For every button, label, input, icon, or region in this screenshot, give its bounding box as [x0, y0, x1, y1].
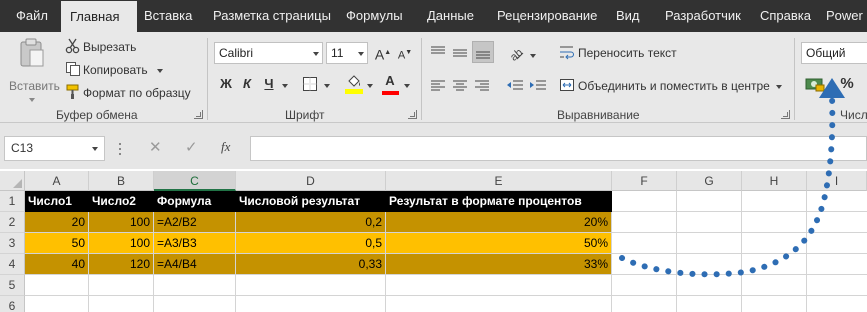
font-launcher-icon[interactable] [408, 110, 417, 119]
increase-indent-icon[interactable] [529, 78, 547, 94]
name-box[interactable]: C13 [4, 136, 105, 161]
number-format-select[interactable]: Общий [801, 42, 867, 64]
orientation-dropdown-arrow[interactable] [530, 54, 536, 58]
font-name-dropdown-arrow[interactable] [313, 52, 319, 56]
align-right-icon[interactable] [474, 79, 490, 93]
merge-cells-icon [560, 79, 574, 91]
copy-dropdown-arrow[interactable] [157, 69, 163, 73]
insert-function-icon[interactable]: fx [221, 139, 230, 155]
tab-review[interactable]: Рецензирование [497, 0, 597, 32]
alignment-group-label: Выравнивание [557, 108, 640, 122]
borders-dropdown-arrow[interactable] [324, 84, 330, 88]
align-bottom-button[interactable] [472, 41, 494, 63]
percent-button[interactable]: % [836, 73, 858, 95]
fill-dropdown-arrow[interactable] [367, 84, 373, 88]
align-left-icon[interactable] [430, 79, 446, 93]
underline-button[interactable]: Ч [258, 73, 280, 95]
tab-file[interactable]: Файл [16, 0, 48, 32]
font-color-dropdown-arrow[interactable] [404, 84, 410, 88]
tab-help[interactable]: Справка [760, 0, 811, 32]
paste-dropdown-arrow[interactable] [29, 98, 35, 102]
wrap-text-icon [560, 46, 574, 60]
font-group-label: Шрифт [285, 108, 325, 122]
font-color-button[interactable]: А [379, 70, 401, 92]
copy-button[interactable]: Копировать [83, 62, 148, 78]
paintbrush-icon [66, 84, 79, 99]
clipboard-launcher-icon[interactable] [194, 110, 203, 119]
format-painter-button[interactable]: Формат по образцу [83, 85, 191, 101]
menu-bar: Файл Главная Вставка Разметка страницы Ф… [0, 0, 867, 32]
ribbon: Вставить Вырезать Копировать Формат по о… [0, 32, 867, 123]
group-divider [207, 38, 208, 120]
svg-text:ab: ab [508, 47, 525, 62]
align-top-icon[interactable] [430, 45, 446, 61]
clipboard-icon [20, 38, 44, 67]
tab-page-layout[interactable]: Разметка страницы [213, 0, 331, 32]
copy-icon [66, 62, 80, 76]
bold-button[interactable]: Ж [215, 73, 237, 95]
align-bottom-icon [476, 51, 490, 59]
align-center-icon[interactable] [452, 79, 468, 93]
name-box-dropdown-arrow[interactable] [92, 147, 98, 151]
tab-insert[interactable]: Вставка [144, 0, 192, 32]
currency-dropdown-arrow[interactable] [828, 84, 834, 88]
tab-formulas[interactable]: Формулы [346, 0, 403, 32]
font-color-bar [382, 91, 399, 95]
font-size-dropdown-arrow[interactable] [358, 52, 364, 56]
tab-power[interactable]: Power [826, 0, 863, 32]
group-divider [421, 38, 422, 120]
font-name-select[interactable]: Calibri [214, 42, 323, 64]
formula-bar-grip[interactable] [119, 143, 122, 156]
scissors-icon [65, 38, 80, 54]
grow-font-icon: A [374, 46, 385, 63]
paste-button[interactable]: Вставить [6, 38, 60, 102]
fill-bucket-icon[interactable] [345, 73, 363, 95]
grow-font-button[interactable]: A▲ [372, 42, 394, 64]
enter-icon[interactable]: ✓ [185, 138, 198, 156]
formula-bar: C13 ✕ ✓ fx [0, 123, 867, 169]
alignment-launcher-icon[interactable] [781, 110, 790, 119]
wrap-text-button[interactable]: Переносить текст [578, 45, 677, 61]
tab-home[interactable]: Главная [61, 1, 137, 32]
paste-label: Вставить [9, 79, 60, 93]
borders-icon[interactable] [302, 76, 318, 92]
font-color-icon: А [385, 73, 395, 88]
tab-data[interactable]: Данные [427, 0, 474, 32]
decrease-indent-icon[interactable] [506, 78, 524, 94]
tab-view[interactable]: Вид [616, 0, 640, 32]
formula-bar-buttons: ✕ ✓ fx [133, 136, 246, 161]
group-divider [794, 38, 795, 120]
tab-developer[interactable]: Разработчик [665, 0, 741, 32]
empty-cell-gridlines [25, 191, 867, 312]
underline-dropdown-arrow[interactable] [282, 84, 288, 88]
currency-icon[interactable] [805, 76, 825, 92]
orientation-icon[interactable]: ab [507, 44, 525, 62]
cancel-icon[interactable]: ✕ [149, 138, 162, 156]
number-group-label: Числ [840, 108, 867, 122]
formula-input[interactable] [250, 136, 867, 161]
italic-button[interactable]: К [236, 73, 258, 95]
merge-dropdown-arrow[interactable] [776, 85, 782, 89]
cut-button[interactable]: Вырезать [83, 39, 136, 55]
align-middle-icon[interactable] [452, 45, 468, 61]
merge-center-button[interactable]: Объединить и поместить в центре [578, 78, 770, 94]
spreadsheet-grid: A B C D E F G H I 1 2 3 4 5 6 Число1 Чис… [0, 169, 867, 312]
clipboard-group-label: Буфер обмена [56, 108, 138, 122]
shrink-font-button[interactable]: A▼ [394, 42, 416, 64]
